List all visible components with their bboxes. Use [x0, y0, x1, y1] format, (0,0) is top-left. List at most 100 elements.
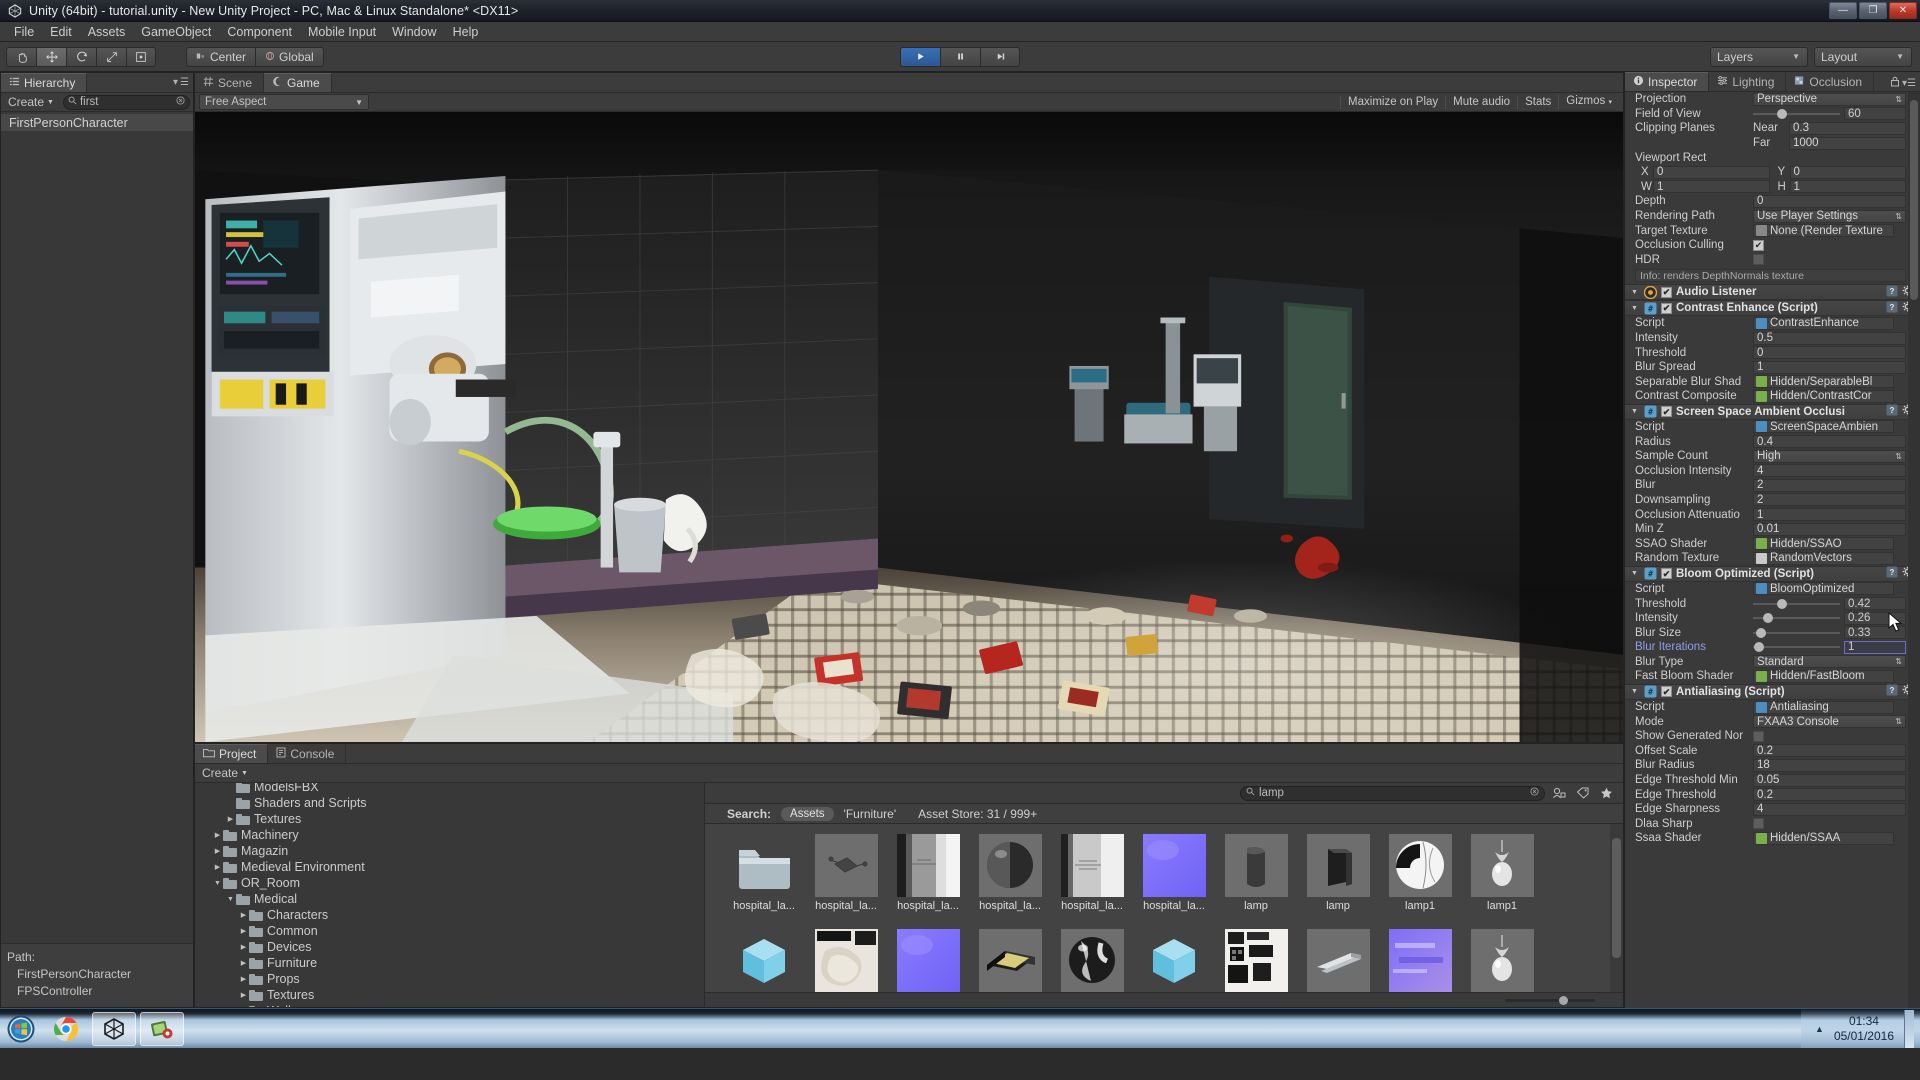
scrollbar-thumb[interactable] — [1612, 838, 1621, 958]
dropdown-field[interactable]: Standard ⇅ — [1753, 655, 1906, 669]
filter-by-type-icon[interactable] — [1548, 785, 1569, 801]
help-icon[interactable]: ? — [1886, 684, 1898, 699]
checkbox[interactable]: ✔ — [1753, 818, 1764, 830]
object-field[interactable]: Hidden/SeparableBl — [1753, 375, 1894, 389]
text-field[interactable]: 0.2 — [1753, 744, 1906, 758]
subfield-input[interactable]: 1000 — [1789, 136, 1906, 150]
tree-twisty-icon[interactable]: ▶ — [238, 943, 249, 951]
menu-help[interactable]: Help — [445, 24, 487, 40]
axis-input[interactable]: 1 — [1789, 180, 1906, 194]
component-enabled-checkbox[interactable]: ✔ — [1661, 568, 1672, 580]
show-hidden-icons-icon[interactable]: ▲ — [1815, 1024, 1824, 1034]
hierarchy-item-firstpersoncharacter[interactable]: FirstPersonCharacter — [1, 114, 193, 131]
tree-twisty-icon[interactable]: ▶ — [212, 863, 223, 871]
object-field[interactable]: ContrastEnhance — [1753, 316, 1894, 330]
favorites-icon[interactable] — [1596, 785, 1617, 801]
text-field[interactable]: 18 — [1753, 758, 1906, 772]
tree-item[interactable]: ▶ Textures — [195, 987, 704, 1003]
object-field[interactable]: Hidden/ContrastCor — [1753, 389, 1894, 403]
foldout-arrow-icon[interactable]: ▼ — [1629, 289, 1640, 296]
tab-scene[interactable]: Scene — [195, 73, 265, 92]
tree-twisty-icon[interactable]: ▶ — [238, 927, 249, 935]
scrollbar-thumb[interactable] — [1910, 100, 1918, 300]
tree-item[interactable]: ▶Walls — [195, 1003, 704, 1007]
pause-button[interactable] — [940, 46, 980, 67]
object-field[interactable]: ScreenSpaceAmbien — [1753, 420, 1894, 434]
rotate-tool-button[interactable] — [66, 46, 96, 67]
asset-item[interactable]: hospital_la... — [723, 830, 805, 925]
tree-twisty-icon[interactable]: ▶ — [225, 815, 236, 823]
hierarchy-search-input[interactable]: first — [62, 94, 190, 110]
tree-twisty-icon[interactable]: ▶ — [212, 831, 223, 839]
aspect-ratio-dropdown[interactable]: Free Aspect ▼ — [199, 94, 369, 110]
asset-item[interactable]: lamp — [1297, 830, 1379, 925]
help-icon[interactable]: ? — [1886, 301, 1898, 316]
layers-dropdown[interactable]: Layers ▼ — [1710, 46, 1808, 67]
gizmos-dropdown[interactable]: Gizmos ▾ — [1558, 95, 1619, 109]
assets-grid-area[interactable]: hospital_la... hospital_la... hospital_la.… — [705, 824, 1623, 1007]
tree-item[interactable]: ▶ Characters — [195, 907, 704, 923]
close-button[interactable]: ✕ — [1889, 2, 1917, 19]
component-header[interactable]: ▼ # ✔ Screen Space Ambient Occlusi? — [1625, 403, 1920, 420]
help-icon[interactable]: ? — [1886, 404, 1898, 419]
slider-control[interactable]: 0.42 — [1753, 597, 1906, 611]
tree-item[interactable]: ▶ Magazin — [195, 843, 704, 859]
object-field[interactable]: Hidden/FastBloom — [1753, 669, 1894, 683]
object-field[interactable]: BloomOptimized — [1753, 582, 1894, 596]
dropdown-field[interactable]: FXAA3 Console ⇅ — [1753, 715, 1906, 729]
axis-input[interactable]: 1 — [1653, 180, 1770, 194]
component-header[interactable]: ▼ # ✔ Antialiasing (Script)? — [1625, 683, 1920, 700]
component-enabled-checkbox[interactable]: ✔ — [1661, 286, 1672, 298]
hierarchy-create-button[interactable]: Create ▼ — [4, 95, 58, 109]
asset-item[interactable]: lamp1 — [1461, 830, 1543, 925]
step-button[interactable] — [980, 46, 1020, 67]
tree-twisty-icon[interactable]: ▼ — [225, 896, 236, 903]
inspector-panel-menu[interactable]: ▾☰ — [1890, 76, 1916, 90]
text-field[interactable]: 4 — [1753, 802, 1906, 816]
layout-dropdown[interactable]: Layout ▼ — [1814, 46, 1912, 67]
dropdown-field[interactable]: High ⇅ — [1753, 449, 1906, 463]
text-field[interactable]: 0.01 — [1753, 522, 1906, 536]
foldout-arrow-icon[interactable]: ▼ — [1629, 688, 1640, 695]
slider-knob[interactable] — [1756, 627, 1767, 638]
text-field[interactable]: 0.05 — [1753, 773, 1906, 787]
slider-value-field[interactable]: 0.42 — [1844, 597, 1906, 611]
asset-zoom-slider[interactable] — [1505, 995, 1595, 1005]
object-field[interactable]: RandomVectors — [1753, 551, 1894, 565]
space-mode-button[interactable]: Global — [255, 46, 324, 67]
maximize-button[interactable]: ❐ — [1859, 2, 1887, 19]
tree-twisty-icon[interactable]: ▶ — [238, 975, 249, 983]
tab-console[interactable]: Console — [268, 744, 347, 763]
show-desktop-button[interactable] — [1904, 1009, 1914, 1048]
asset-item[interactable]: hospital_la... — [1051, 830, 1133, 925]
move-tool-button[interactable] — [36, 46, 66, 67]
clear-search-icon[interactable] — [176, 96, 185, 108]
dropdown-field[interactable]: Perspective ⇅ — [1753, 92, 1906, 106]
tree-item[interactable]: ▼ OR_Room — [195, 875, 704, 891]
text-field[interactable]: 0.2 — [1753, 788, 1906, 802]
search-scope-pill[interactable]: Assets — [781, 806, 834, 821]
text-field[interactable]: 0 — [1753, 194, 1906, 208]
slider-track[interactable] — [1753, 613, 1840, 624]
tab-inspector[interactable]: Inspector — [1625, 72, 1710, 91]
inspector-scrollbar[interactable] — [1908, 92, 1920, 1008]
lock-icon[interactable] — [1890, 76, 1900, 90]
asset-item[interactable]: hospital_la... — [969, 830, 1051, 925]
tree-item[interactable]: ▶ Medieval Environment — [195, 859, 704, 875]
tab-project[interactable]: Project — [195, 744, 269, 763]
checkbox[interactable]: ✔ — [1753, 239, 1764, 251]
menu-edit[interactable]: Edit — [42, 24, 80, 40]
tree-item[interactable]: ▶ Furniture — [195, 955, 704, 971]
slider-knob[interactable] — [1559, 995, 1568, 1005]
menu-assets[interactable]: Assets — [80, 24, 134, 40]
play-button[interactable] — [900, 46, 940, 67]
text-field[interactable]: 0.5 — [1753, 331, 1906, 345]
tab-lighting[interactable]: Lighting — [1709, 72, 1787, 91]
slider-knob[interactable] — [1762, 613, 1773, 624]
foldout-arrow-icon[interactable]: ▼ — [1629, 570, 1640, 577]
mute-audio-toggle[interactable]: Mute audio — [1445, 95, 1517, 109]
tree-item[interactable]: ModelsFBX — [195, 783, 704, 795]
stats-toggle[interactable]: Stats — [1517, 95, 1558, 109]
tree-twisty-icon[interactable]: ▶ — [238, 959, 249, 967]
help-icon[interactable]: ? — [1886, 285, 1898, 300]
